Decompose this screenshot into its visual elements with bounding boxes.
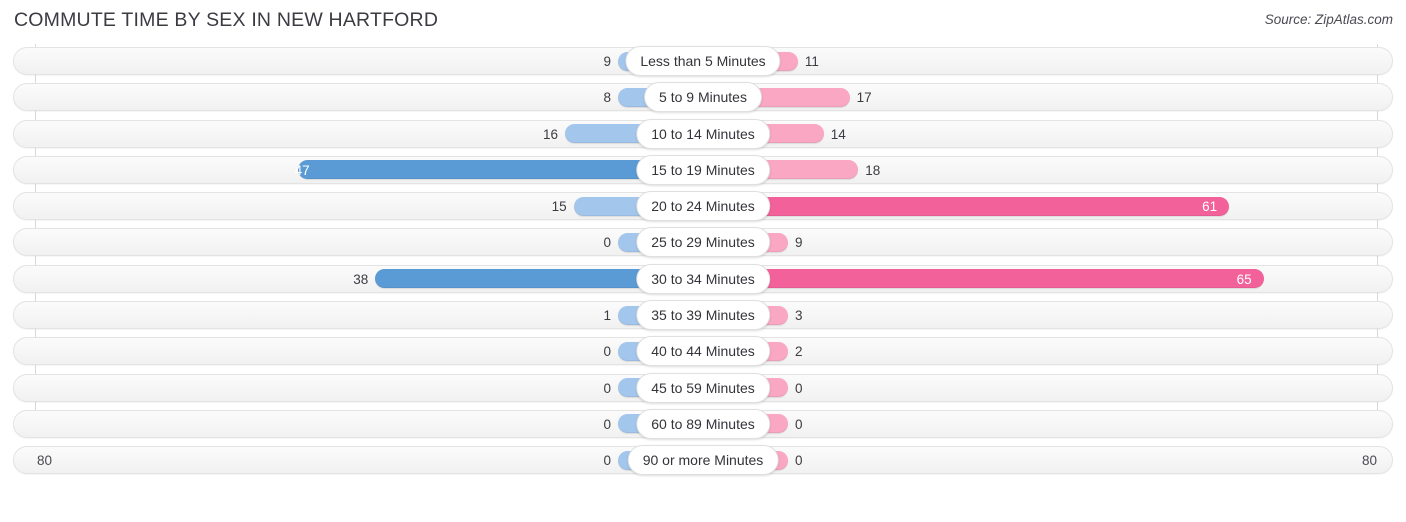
table-row[interactable]: 0 2 40 to 44 Minutes bbox=[0, 334, 1406, 370]
value-male: 0 bbox=[603, 380, 611, 396]
value-male: 9 bbox=[603, 54, 611, 69]
table-row[interactable]: 16 14 10 to 14 Minutes bbox=[0, 117, 1406, 153]
table-row[interactable]: 0 0 45 to 59 Minutes bbox=[0, 371, 1406, 407]
category-label-pill: 5 to 9 Minutes bbox=[644, 82, 762, 113]
category-label-pill: 45 to 59 Minutes bbox=[636, 372, 770, 403]
bar-female[interactable] bbox=[703, 269, 1264, 289]
value-female: 11 bbox=[804, 54, 819, 69]
category-label-pill: 25 to 29 Minutes bbox=[636, 227, 770, 258]
value-male: 16 bbox=[542, 126, 558, 142]
value-male: 15 bbox=[551, 199, 567, 215]
bar-female[interactable] bbox=[703, 196, 1230, 216]
bar-rows: 9 11 Less than 5 Minutes 8 17 5 to 9 Minutes 1… bbox=[0, 44, 1406, 480]
value-male: 8 bbox=[603, 90, 611, 106]
value-female: 0 bbox=[795, 380, 803, 396]
value-female: 3 bbox=[795, 308, 803, 324]
category-label-pill: Less than 5 Minutes bbox=[625, 46, 781, 76]
value-female: 14 bbox=[830, 126, 846, 142]
value-female: 61 bbox=[1202, 199, 1218, 215]
table-row[interactable]: 38 65 30 to 34 Minutes bbox=[0, 262, 1406, 298]
commute-time-bar-chart: COMMUTE TIME BY SEX IN NEW HARTFORD Sour… bbox=[0, 0, 1406, 522]
value-female: 17 bbox=[856, 90, 872, 106]
category-label-pill: 15 to 19 Minutes bbox=[636, 154, 770, 185]
value-male: 0 bbox=[603, 416, 611, 432]
value-female: 65 bbox=[1236, 271, 1252, 287]
value-male: 47 bbox=[294, 162, 310, 178]
table-row[interactable]: 15 61 20 to 24 Minutes bbox=[0, 189, 1406, 225]
category-label-pill: 30 to 34 Minutes bbox=[636, 263, 770, 294]
source-attribution: Source: ZipAtlas.com bbox=[1264, 12, 1393, 27]
category-label-pill: 60 to 89 Minutes bbox=[636, 408, 770, 439]
category-label-pill: 35 to 39 Minutes bbox=[636, 300, 770, 331]
value-male: 38 bbox=[353, 271, 369, 287]
table-row[interactable]: 0 9 25 to 29 Minutes bbox=[0, 225, 1406, 261]
value-male: 0 bbox=[603, 344, 611, 360]
chart-header: COMMUTE TIME BY SEX IN NEW HARTFORD Sour… bbox=[0, 0, 1406, 44]
table-row[interactable]: 0 0 60 to 89 Minutes bbox=[0, 407, 1406, 443]
category-label-pill: 90 or more Minutes bbox=[627, 445, 779, 476]
plot-area: 9 11 Less than 5 Minutes 8 17 5 to 9 Minutes 1… bbox=[0, 44, 1406, 484]
table-row[interactable]: 47 18 15 to 19 Minutes bbox=[0, 153, 1406, 189]
value-female: 18 bbox=[865, 162, 881, 178]
table-row[interactable]: 9 11 Less than 5 Minutes bbox=[0, 44, 1406, 80]
value-male: 1 bbox=[603, 308, 611, 324]
value-male: 0 bbox=[603, 235, 611, 251]
value-female: 9 bbox=[795, 235, 803, 251]
page-title: COMMUTE TIME BY SEX IN NEW HARTFORD bbox=[14, 9, 439, 31]
table-row[interactable]: 1 3 35 to 39 Minutes bbox=[0, 298, 1406, 334]
category-label-pill: 10 to 14 Minutes bbox=[636, 118, 770, 149]
category-label-pill: 20 to 24 Minutes bbox=[636, 191, 770, 222]
value-female: 2 bbox=[795, 344, 803, 360]
category-label-pill: 40 to 44 Minutes bbox=[636, 336, 770, 367]
table-row[interactable]: 8 17 5 to 9 Minutes bbox=[0, 80, 1406, 116]
value-female: 0 bbox=[795, 416, 803, 432]
